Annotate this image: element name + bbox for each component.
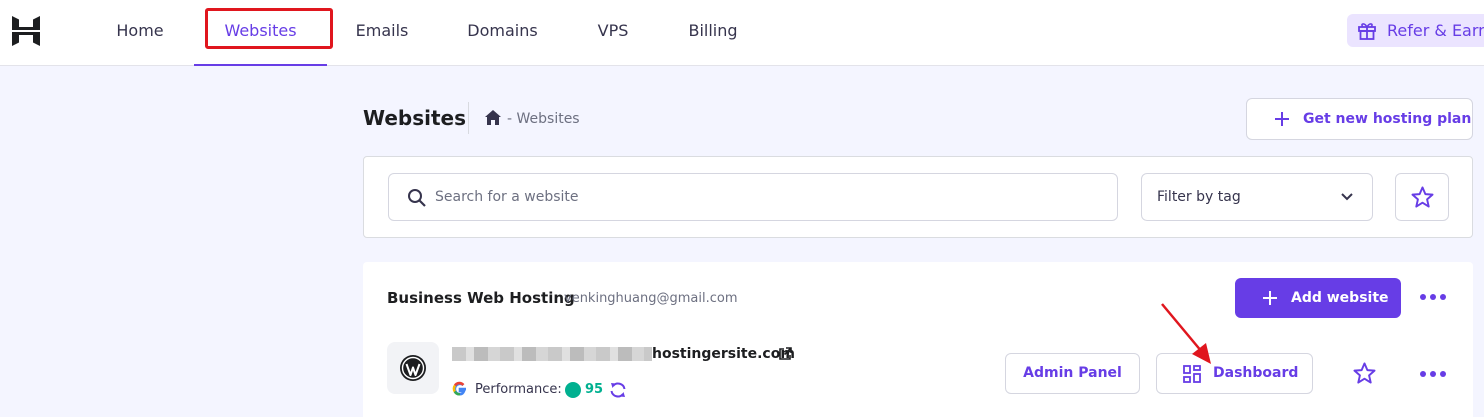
- more-icon[interactable]: [1417, 285, 1449, 309]
- top-navigation: Home Websites Emails Domains VPS Billing…: [0, 0, 1484, 66]
- wordpress-icon: [400, 355, 426, 381]
- plan-name: Business Web Hosting: [387, 289, 575, 307]
- dashboard-label: Dashboard: [1213, 365, 1299, 381]
- get-plan-label: Get new hosting plan: [1303, 111, 1472, 127]
- google-icon: [452, 381, 466, 396]
- star-icon[interactable]: [1353, 362, 1376, 384]
- page-title: Websites: [363, 106, 467, 130]
- plus-icon: [1263, 291, 1277, 305]
- home-icon[interactable]: [485, 110, 501, 125]
- performance-score: 95: [585, 382, 604, 397]
- performance-label: Performance:: [475, 382, 562, 397]
- nav-billing[interactable]: Billing: [680, 0, 746, 66]
- website-thumbnail: [387, 342, 439, 394]
- gift-icon: [1358, 23, 1376, 40]
- hostinger-logo[interactable]: [12, 16, 40, 46]
- refresh-icon[interactable]: [609, 380, 627, 400]
- plus-icon: [1275, 112, 1289, 126]
- more-icon[interactable]: [1417, 362, 1449, 386]
- search-icon: [408, 189, 426, 207]
- filter-by-tag-select[interactable]: Filter by tag: [1141, 173, 1373, 221]
- refer-earn-label: Refer & Earn: [1387, 21, 1484, 40]
- get-new-hosting-plan-button[interactable]: Get new hosting plan: [1246, 98, 1473, 140]
- annotation-arrow-icon: [1161, 303, 1211, 364]
- chevron-down-icon: [1341, 193, 1353, 201]
- add-website-label: Add website: [1291, 290, 1389, 306]
- refer-earn-button[interactable]: Refer & Earn: [1347, 14, 1484, 47]
- admin-panel-button[interactable]: Admin Panel: [1005, 353, 1140, 394]
- nav-vps[interactable]: VPS: [587, 0, 639, 66]
- website-domain[interactable]: hostingersite.com: [652, 346, 795, 362]
- search-box[interactable]: [388, 173, 1118, 221]
- nav-emails[interactable]: Emails: [342, 0, 422, 66]
- annotation-highlight-box: [205, 8, 333, 49]
- star-icon: [1411, 186, 1434, 208]
- search-input[interactable]: [435, 186, 1095, 208]
- nav-home[interactable]: Home: [100, 0, 180, 66]
- favorites-filter-button[interactable]: [1395, 173, 1449, 221]
- breadcrumb: - Websites: [507, 111, 580, 127]
- title-divider: [468, 102, 469, 134]
- add-website-button[interactable]: Add website: [1235, 278, 1401, 318]
- nav-domains[interactable]: Domains: [455, 0, 550, 66]
- blurred-domain: [452, 347, 652, 361]
- filter-label: Filter by tag: [1157, 189, 1241, 205]
- plan-email: venkinghuang@gmail.com: [564, 291, 738, 306]
- external-link-icon[interactable]: [778, 347, 792, 361]
- performance-status-dot: [565, 382, 581, 398]
